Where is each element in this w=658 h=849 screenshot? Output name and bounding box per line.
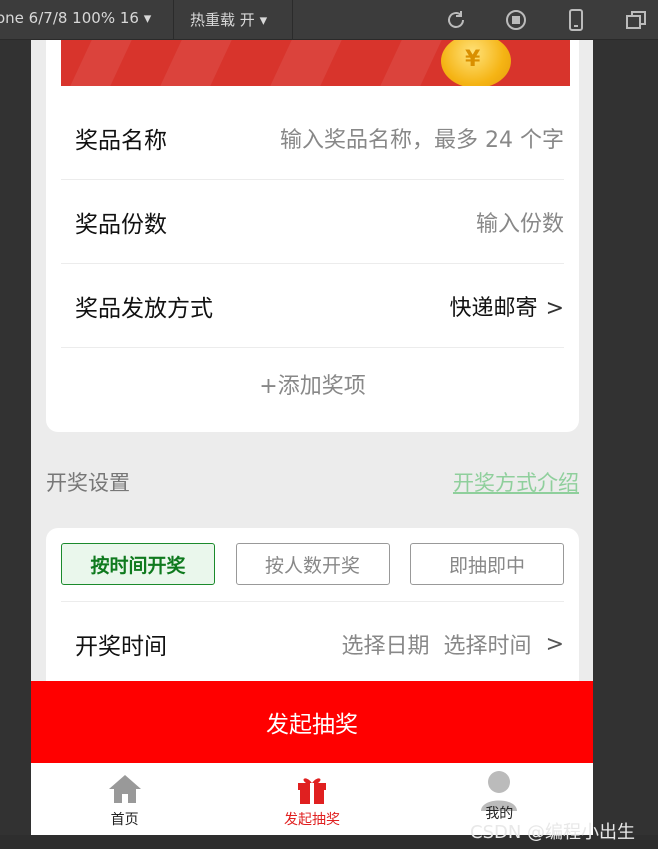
window-icon[interactable] (624, 8, 648, 32)
time-picker[interactable]: 选择时间 (444, 628, 532, 660)
prize-method-row[interactable]: 奖品发放方式 快递邮寄 > (61, 264, 564, 348)
caret-down-icon: ▾ (259, 11, 268, 29)
prize-name-input[interactable]: 输入奖品名称，最多 24 个字 (280, 122, 564, 154)
home-icon (108, 775, 141, 803)
banner-ray (270, 40, 342, 86)
device-selector-label: one 6/7/8 100% 16 (0, 9, 139, 27)
page: one 6/7/8 100% 16 ▾ 热重载 开 ▾ ¥ 奖品名称 输入奖品名… (0, 0, 658, 849)
toolbar-divider (173, 0, 174, 40)
phone-viewport: ¥ 奖品名称 输入奖品名称，最多 24 个字 奖品份数 输入份数 奖品发放方式 … (31, 40, 593, 835)
tab-by-participants[interactable]: 按人数开奖 (235, 543, 390, 585)
add-prize-button[interactable]: +添加奖项 (61, 349, 564, 419)
tabbar-label-launch: 发起抽奖 (283, 812, 340, 828)
draw-settings-header: 开奖设置 开奖方式介绍 (46, 460, 579, 504)
hot-reload-label: 热重载 开 (190, 11, 255, 29)
draw-method-tabs: 按时间开奖 按人数开奖 即抽即中 (61, 543, 564, 585)
banner-ray (70, 40, 132, 86)
draw-time-row: 开奖时间 选择日期 选择时间 > (61, 602, 564, 686)
prize-name-label: 奖品名称 (75, 127, 167, 154)
start-lottery-button[interactable]: 发起抽奖 (31, 681, 593, 763)
tabbar-item-home[interactable]: 首页 (31, 763, 218, 835)
banner-ray (160, 40, 232, 86)
draw-time-values: 选择日期 选择时间 > (342, 628, 564, 660)
draw-method-intro-link[interactable]: 开奖方式介绍 (453, 467, 579, 497)
prize-method-value[interactable]: 快递邮寄 > (450, 290, 564, 322)
prize-method-label: 奖品发放方式 (75, 295, 213, 322)
banner-ray (380, 40, 442, 86)
chevron-right-icon: > (545, 295, 564, 321)
draw-time-label: 开奖时间 (75, 634, 167, 660)
refresh-icon[interactable] (444, 8, 468, 32)
prize-name-row[interactable]: 奖品名称 输入奖品名称，最多 24 个字 (61, 96, 564, 180)
tabbar-item-launch[interactable]: 发起抽奖 (218, 763, 405, 835)
device-selector[interactable]: one 6/7/8 100% 16 ▾ (0, 9, 151, 27)
draw-settings-title: 开奖设置 (46, 471, 130, 495)
caret-down-icon: ▾ (143, 9, 152, 27)
tabbar-label-home: 首页 (110, 812, 139, 828)
hot-reload-toggle[interactable]: 热重载 开 ▾ (190, 9, 267, 30)
prize-card: ¥ 奖品名称 输入奖品名称，最多 24 个字 奖品份数 输入份数 奖品发放方式 … (46, 40, 579, 432)
coin-icon: ¥ (441, 40, 511, 86)
devtools-toolbar: one 6/7/8 100% 16 ▾ 热重载 开 ▾ (0, 0, 658, 40)
prize-banner: ¥ (61, 40, 570, 86)
prize-count-input[interactable]: 输入份数 (476, 206, 564, 238)
watermark: CSDN @编程小出生 (470, 822, 636, 843)
toolbar-divider (292, 0, 293, 40)
gift-icon (297, 778, 326, 804)
prize-count-row[interactable]: 奖品份数 输入份数 (61, 180, 564, 264)
stop-icon[interactable] (504, 8, 528, 32)
prize-count-label: 奖品份数 (75, 211, 167, 238)
tab-by-time[interactable]: 按时间开奖 (61, 543, 215, 585)
phone-icon[interactable] (564, 8, 588, 32)
date-picker[interactable]: 选择日期 (342, 628, 430, 660)
chevron-right-icon: > (545, 631, 564, 657)
tab-instant[interactable]: 即抽即中 (410, 543, 564, 585)
prize-method-text: 快递邮寄 (449, 295, 538, 321)
